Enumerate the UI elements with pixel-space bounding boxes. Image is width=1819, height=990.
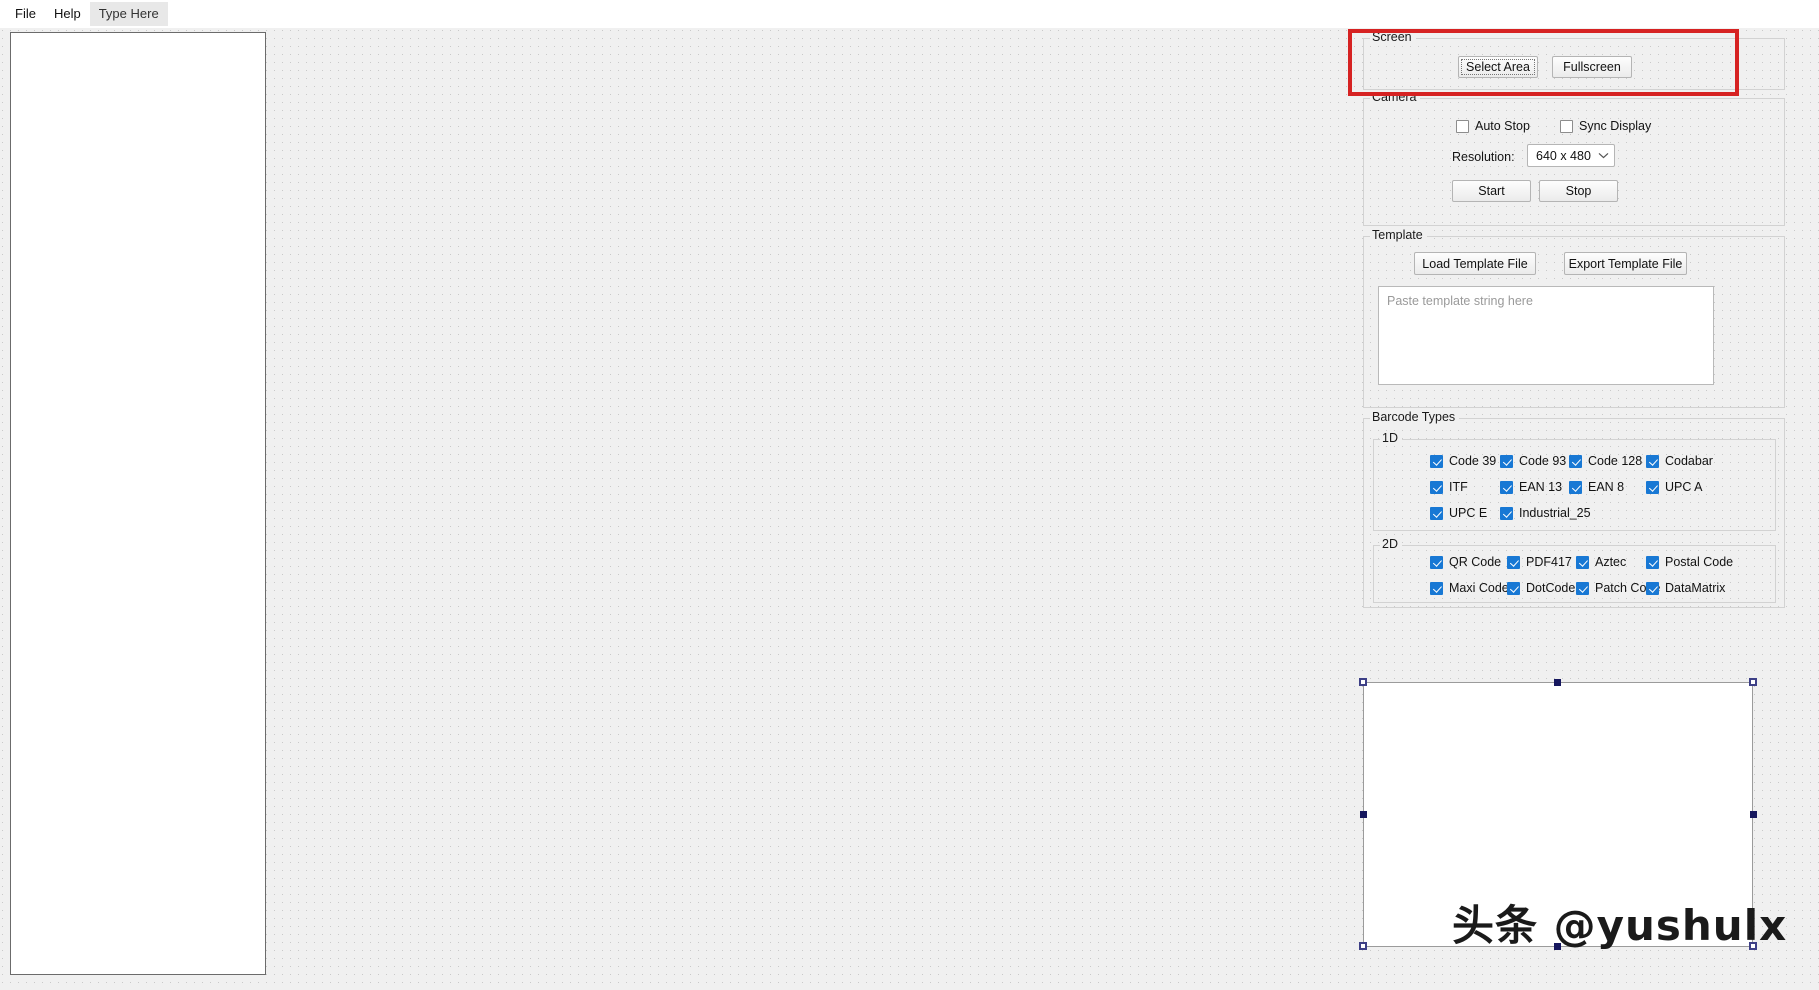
resize-handle-middle-right[interactable]: [1750, 811, 1757, 818]
menu-item-help[interactable]: Help: [45, 2, 90, 26]
camera-stop-button[interactable]: Stop: [1539, 180, 1618, 202]
checkbox-box: [1430, 454, 1443, 468]
export-template-file-button[interactable]: Export Template File: [1564, 252, 1687, 275]
barcode-2d-title: 2D: [1380, 537, 1402, 551]
checkbox-ean-13[interactable]: EAN 13: [1500, 480, 1562, 494]
checkbox-upc-e[interactable]: UPC E: [1430, 506, 1487, 520]
resize-handle-top-right[interactable]: [1749, 678, 1757, 686]
checkbox-label: Code 128: [1588, 454, 1643, 468]
resize-handle-bottom-right[interactable]: [1749, 942, 1757, 950]
resize-handle-bottom-center[interactable]: [1554, 943, 1561, 950]
fullscreen-button[interactable]: Fullscreen: [1552, 56, 1632, 78]
checkbox-label: UPC E: [1449, 506, 1488, 520]
checkbox-box: [1430, 581, 1443, 595]
checkbox-code-93[interactable]: Code 93: [1500, 454, 1566, 468]
camera-start-button[interactable]: Start: [1452, 180, 1531, 202]
barcode-1d-title: 1D: [1380, 431, 1402, 445]
checkbox-label: ITF: [1449, 480, 1468, 494]
checkbox-label: Aztec: [1595, 555, 1627, 569]
checkbox-box: [1430, 506, 1443, 520]
checkbox-label: Code 93: [1519, 454, 1567, 468]
checkbox-box: [1569, 480, 1582, 494]
auto-stop-checkbox[interactable]: Auto Stop: [1456, 119, 1530, 133]
checkbox-box: [1560, 119, 1573, 133]
checkbox-label: QR Code: [1449, 555, 1502, 569]
barcode-types-group-title: Barcode Types: [1370, 410, 1460, 424]
checkbox-box: [1507, 555, 1520, 569]
checkbox-box: [1456, 119, 1469, 133]
camera-groupbox: Camera Auto Stop Sync Display Resolution…: [1363, 90, 1785, 226]
checkbox-box: [1507, 581, 1520, 595]
checkbox-box: [1500, 454, 1513, 468]
auto-stop-label: Auto Stop: [1475, 119, 1530, 133]
checkbox-itf[interactable]: ITF: [1430, 480, 1468, 494]
barcode-types-groupbox: Barcode Types 1D Code 39 Code 93 Code 12…: [1363, 410, 1785, 608]
checkbox-box: [1646, 581, 1659, 595]
checkbox-aztec[interactable]: Aztec: [1576, 555, 1626, 569]
checkbox-industrial-25[interactable]: Industrial_25: [1500, 506, 1591, 520]
resize-handle-bottom-left[interactable]: [1359, 942, 1367, 950]
designer-window: File Help Type Here Screen Select Area F…: [0, 0, 1819, 990]
checkbox-box: [1576, 581, 1589, 595]
watermark-text: 头条 @yushulx: [1452, 901, 1788, 950]
checkbox-code-39[interactable]: Code 39: [1430, 454, 1496, 468]
checkbox-codabar[interactable]: Codabar: [1646, 454, 1713, 468]
checkbox-box: [1500, 480, 1513, 494]
checkbox-label: UPC A: [1665, 480, 1703, 494]
checkbox-box: [1646, 555, 1659, 569]
checkbox-box: [1500, 506, 1513, 520]
checkbox-label: EAN 13: [1519, 480, 1563, 494]
checkbox-box: [1430, 480, 1443, 494]
checkbox-datamatrix[interactable]: DataMatrix: [1646, 581, 1725, 595]
sync-display-label: Sync Display: [1579, 119, 1652, 133]
checkbox-postal-code[interactable]: Postal Code: [1646, 555, 1733, 569]
checkbox-box: [1576, 555, 1589, 569]
checkbox-label: DataMatrix: [1665, 581, 1726, 595]
checkbox-box: [1646, 454, 1659, 468]
checkbox-pdf417[interactable]: PDF417: [1507, 555, 1572, 569]
barcode-2d-groupbox: 2D QR Code PDF417 Aztec Postal Code Maxi…: [1373, 537, 1776, 603]
checkbox-label: Code 39: [1449, 454, 1497, 468]
checkbox-box: [1430, 555, 1443, 569]
screen-group-title: Screen: [1370, 30, 1416, 44]
resize-handle-top-left[interactable]: [1359, 678, 1367, 686]
checkbox-label: Codabar: [1665, 454, 1713, 468]
template-string-placeholder-text: Paste template string here: [1387, 294, 1533, 308]
template-group-title: Template: [1370, 228, 1427, 242]
barcode-1d-groupbox: 1D Code 39 Code 93 Code 128 Codabar ITF …: [1373, 431, 1776, 531]
menu-bar: File Help Type Here: [0, 0, 1819, 28]
resolution-select[interactable]: 640 x 480: [1527, 144, 1615, 167]
sync-display-checkbox[interactable]: Sync Display: [1560, 119, 1651, 133]
result-display-panel[interactable]: [10, 32, 266, 975]
camera-group-title: Camera: [1370, 90, 1421, 104]
menu-item-type-here[interactable]: Type Here: [89, 2, 168, 26]
checkbox-qr-code[interactable]: QR Code: [1430, 555, 1501, 569]
menu-item-file[interactable]: File: [6, 2, 45, 26]
screen-groupbox: Screen Select Area Fullscreen: [1363, 30, 1785, 90]
checkbox-box: [1646, 480, 1659, 494]
resize-handle-top-center[interactable]: [1554, 679, 1561, 686]
checkbox-upc-a[interactable]: UPC A: [1646, 480, 1703, 494]
checkbox-label: Industrial_25: [1519, 506, 1591, 520]
chevron-down-icon: [1592, 152, 1614, 159]
resolution-value: 640 x 480: [1536, 148, 1591, 163]
load-template-file-button[interactable]: Load Template File: [1414, 252, 1536, 275]
checkbox-label: PDF417: [1526, 555, 1572, 569]
checkbox-ean-8[interactable]: EAN 8: [1569, 480, 1624, 494]
checkbox-label: Postal Code: [1665, 555, 1734, 569]
template-groupbox: Template Load Template File Export Templ…: [1363, 228, 1785, 408]
resize-handle-middle-left[interactable]: [1360, 811, 1367, 818]
checkbox-maxi-code[interactable]: Maxi Code: [1430, 581, 1509, 595]
checkbox-dotcode[interactable]: DotCode: [1507, 581, 1575, 595]
select-area-button[interactable]: Select Area: [1458, 56, 1538, 78]
checkbox-code-128[interactable]: Code 128: [1569, 454, 1642, 468]
checkbox-label: Maxi Code: [1449, 581, 1509, 595]
checkbox-label: DotCode: [1526, 581, 1576, 595]
checkbox-box: [1569, 454, 1582, 468]
checkbox-label: EAN 8: [1588, 480, 1625, 494]
resolution-label: Resolution:: [1452, 150, 1515, 164]
